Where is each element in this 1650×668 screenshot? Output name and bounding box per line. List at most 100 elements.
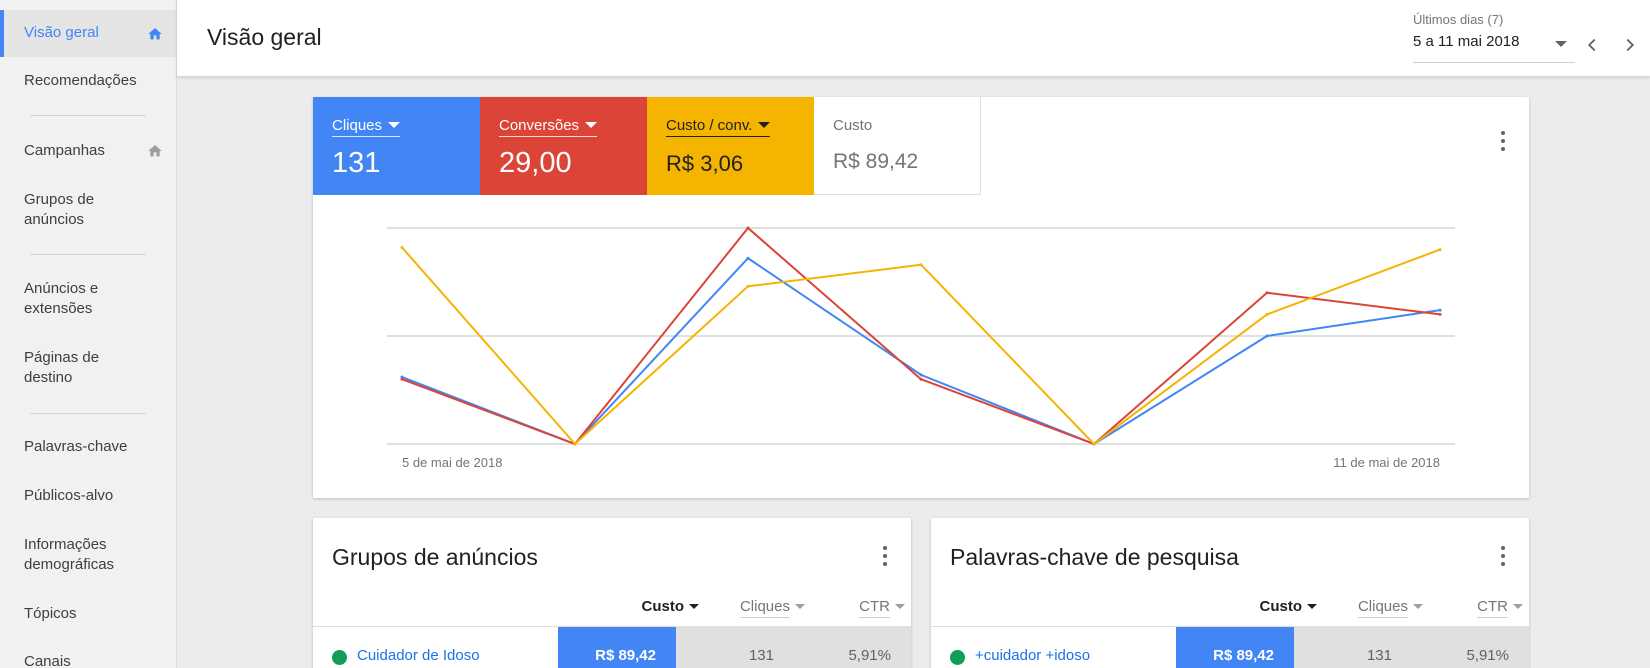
- cell-ctr: 5,91%: [1412, 627, 1529, 668]
- home-icon: [148, 27, 162, 39]
- keyword-name-link[interactable]: +cuidador +idoso: [975, 647, 1090, 664]
- sidebar-divider: [30, 254, 146, 255]
- sidebar-item-palavras-chave[interactable]: Palavras-chave: [0, 437, 176, 457]
- data-point: [1438, 308, 1442, 312]
- data-point: [1092, 442, 1096, 446]
- sidebar-item-label: Campanhas: [24, 142, 105, 159]
- more-vert-icon[interactable]: [873, 544, 897, 568]
- sidebar-item-label: Recomendações: [24, 72, 137, 89]
- data-point: [746, 284, 750, 288]
- data-point: [1265, 312, 1269, 316]
- sidebar-item-informacoes-demograficas[interactable]: Informações demográficas: [0, 535, 140, 575]
- cell-custo: R$ 89,42: [1176, 627, 1294, 668]
- sidebar-divider: [30, 115, 146, 116]
- sidebar-item-canais[interactable]: Canais: [0, 652, 176, 668]
- metric-custo[interactable]: Custo R$ 89,42: [814, 97, 981, 195]
- status-dot-icon: [950, 650, 965, 665]
- data-point: [400, 377, 404, 381]
- data-point: [919, 377, 923, 381]
- cell-ctr: 5,91%: [794, 627, 911, 668]
- data-point: [1438, 312, 1442, 316]
- cell-custo: R$ 89,42: [558, 627, 676, 668]
- table-row[interactable]: +cuidador +idoso R$ 89,42 131 5,91%: [931, 626, 1529, 668]
- caret-down-icon: [795, 604, 805, 609]
- caret-down-icon: [1555, 41, 1567, 47]
- date-range-value: 5 a 11 mai 2018: [1413, 33, 1520, 50]
- sidebar-item-paginas-de-destino[interactable]: Páginas de destino: [0, 348, 120, 388]
- column-header-cliques[interactable]: Cliques: [1317, 598, 1423, 618]
- sidebar-item-topicos[interactable]: Tópicos: [0, 604, 176, 624]
- caret-down-icon: [1413, 604, 1423, 609]
- data-point: [746, 226, 750, 230]
- sidebar-item-grupos-de-anuncios[interactable]: Grupos de anúncios: [0, 190, 120, 230]
- metric-label: Custo: [833, 117, 873, 134]
- chevron-right-icon[interactable]: [1619, 34, 1641, 56]
- cell-cliques: 131: [676, 627, 794, 668]
- caret-down-icon: [758, 122, 771, 128]
- caret-down-icon: [689, 604, 699, 609]
- caret-down-icon: [1513, 604, 1523, 609]
- page-title: Visão geral: [207, 24, 322, 50]
- column-header-custo[interactable]: Custo: [1225, 598, 1317, 617]
- caret-down-icon: [585, 122, 598, 128]
- sidebar-item-label: Canais: [24, 653, 71, 668]
- metric-label: Custo / conv.: [666, 117, 771, 137]
- keywords-card: Palavras-chave de pesquisa Custo Cliques…: [931, 518, 1529, 668]
- cell-cliques: 131: [1294, 627, 1412, 668]
- card-title: Palavras-chave de pesquisa: [950, 544, 1239, 570]
- sidebar-item-label: Grupos de anúncios: [24, 191, 95, 228]
- data-point: [919, 263, 923, 267]
- sidebar-item-label: Visão geral: [24, 24, 99, 41]
- status-dot-icon: [332, 650, 347, 665]
- column-header-custo[interactable]: Custo: [607, 598, 699, 617]
- date-range-label: Últimos dias (7): [1413, 12, 1504, 27]
- sidebar-item-recomendacoes[interactable]: Recomendações: [0, 71, 176, 91]
- caret-down-icon: [1307, 604, 1317, 609]
- sidebar-item-label: Tópicos: [24, 605, 77, 622]
- data-point: [400, 245, 404, 249]
- table-row[interactable]: Cuidador de Idoso R$ 89,42 131 5,91%: [313, 626, 911, 668]
- metric-custo-conv[interactable]: Custo / conv. R$ 3,06: [647, 97, 814, 195]
- caret-down-icon: [388, 122, 401, 128]
- data-point: [919, 373, 923, 377]
- x-tick-label-end: 11 de mai de 2018: [1333, 455, 1440, 470]
- sidebar-item-campanhas[interactable]: Campanhas: [0, 141, 176, 161]
- home-icon: [148, 145, 162, 157]
- series-line-2: [401, 246, 1441, 446]
- more-vert-icon[interactable]: [1491, 129, 1515, 153]
- data-point: [573, 442, 577, 446]
- metric-value: 131: [332, 147, 381, 179]
- sidebar: Visão geral Recomendações Campanhas Grup…: [0, 0, 177, 668]
- sidebar-item-anuncios-e-extensoes[interactable]: Anúncios e extensões: [0, 279, 120, 319]
- sidebar-divider: [30, 413, 146, 414]
- data-point: [1438, 248, 1442, 252]
- data-point: [1265, 334, 1269, 338]
- sidebar-item-publicos-alvo[interactable]: Públicos-alvo: [0, 486, 176, 506]
- sidebar-item-label: Anúncios e extensões: [24, 280, 99, 317]
- sidebar-item-visao-geral[interactable]: Visão geral: [0, 10, 176, 57]
- data-point: [1265, 291, 1269, 295]
- metric-value: R$ 3,06: [666, 151, 744, 176]
- sidebar-item-label: Informações demográficas: [24, 536, 115, 573]
- metric-label: Cliques: [332, 117, 401, 137]
- ad-group-name-link[interactable]: Cuidador de Idoso: [357, 647, 480, 664]
- x-tick-label-start: 5 de mai de 2018: [402, 455, 502, 470]
- metric-value: 29,00: [499, 147, 572, 179]
- metric-cliques[interactable]: Cliques 131: [313, 97, 480, 195]
- ad-groups-card: Grupos de anúncios Custo Cliques CTR Cui…: [313, 518, 911, 668]
- series-line-0: [401, 256, 1441, 446]
- metric-label: Conversões: [499, 117, 598, 137]
- column-header-ctr[interactable]: CTR: [1423, 598, 1523, 618]
- sidebar-item-label: Palavras-chave: [24, 438, 128, 455]
- data-point: [746, 256, 750, 260]
- metric-value: R$ 89,42: [833, 150, 919, 173]
- date-range-select[interactable]: 5 a 11 mai 2018: [1413, 33, 1575, 63]
- chevron-left-icon[interactable]: [1581, 34, 1603, 56]
- column-header-ctr[interactable]: CTR: [805, 598, 905, 618]
- sidebar-item-label: Páginas de destino: [24, 349, 100, 386]
- metric-conversoes[interactable]: Conversões 29,00: [480, 97, 647, 195]
- column-header-cliques[interactable]: Cliques: [699, 598, 805, 618]
- line-chart: 5 de mai de 2018 11 de mai de 2018: [387, 226, 1455, 470]
- sidebar-item-label: Públicos-alvo: [24, 487, 114, 504]
- more-vert-icon[interactable]: [1491, 544, 1515, 568]
